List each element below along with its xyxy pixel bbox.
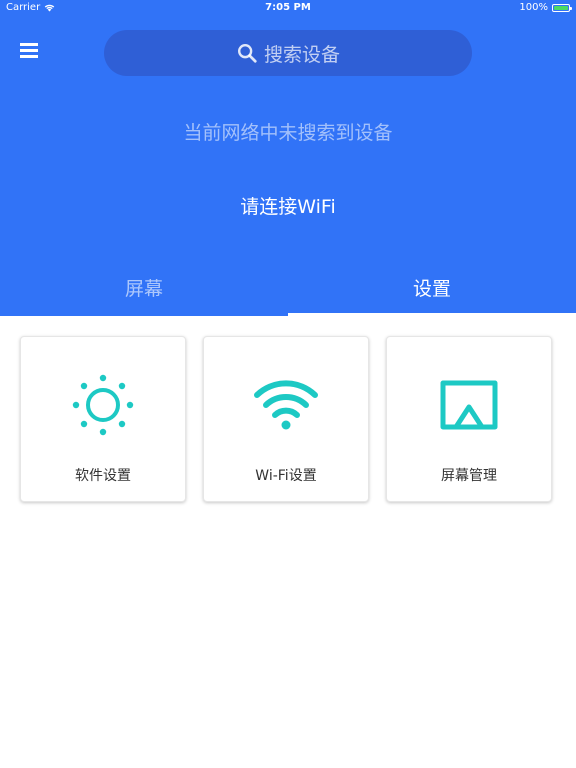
- settings-cards: 软件设置 Wi-Fi设置 屏幕管理: [20, 336, 552, 502]
- status-time: 7:05 PM: [265, 2, 311, 13]
- menu-bar-middle: [20, 49, 38, 52]
- tab-settings[interactable]: 设置: [288, 262, 576, 316]
- menu-bar-bottom: [20, 55, 38, 58]
- wifi-icon: [254, 380, 318, 430]
- sun-icon: [72, 374, 134, 436]
- card-wifi-settings-label: Wi-Fi设置: [255, 468, 317, 484]
- tab-bar: 屏幕 设置: [0, 262, 576, 316]
- status-bar: Carrier 7:05 PM 100%: [0, 0, 576, 18]
- search-placeholder: 搜索设备: [263, 43, 340, 66]
- menu-bar-top: [20, 43, 38, 46]
- search-bar[interactable]: 搜索设备: [104, 30, 472, 76]
- airplay-icon: [440, 380, 498, 430]
- card-software-settings[interactable]: 软件设置: [20, 336, 186, 502]
- connect-wifi-link[interactable]: 请连接WiFi: [0, 192, 576, 219]
- card-software-settings-label: 软件设置: [75, 468, 131, 484]
- tab-screen[interactable]: 屏幕: [0, 262, 288, 316]
- header: Carrier 7:05 PM 100% 搜索设备 当前网络中未搜索到设备 请连…: [0, 0, 576, 316]
- battery-fill: [554, 5, 568, 10]
- tab-indicator: [288, 313, 576, 316]
- status-right: 100%: [519, 2, 572, 13]
- tab-settings-label: 设置: [412, 278, 451, 300]
- battery-percent: 100%: [519, 2, 548, 13]
- card-screen-management[interactable]: 屏幕管理: [386, 336, 552, 502]
- no-device-message: 当前网络中未搜索到设备: [183, 122, 393, 144]
- app-root: Carrier 7:05 PM 100% 搜索设备 当前网络中未搜索到设备 请连…: [0, 0, 576, 768]
- battery-icon: [552, 3, 572, 12]
- menu-icon[interactable]: [20, 43, 40, 60]
- card-wifi-settings[interactable]: Wi-Fi设置: [203, 336, 369, 502]
- search-icon: [238, 44, 257, 63]
- tab-screen-label: 屏幕: [124, 278, 163, 300]
- card-screen-management-label: 屏幕管理: [441, 468, 497, 484]
